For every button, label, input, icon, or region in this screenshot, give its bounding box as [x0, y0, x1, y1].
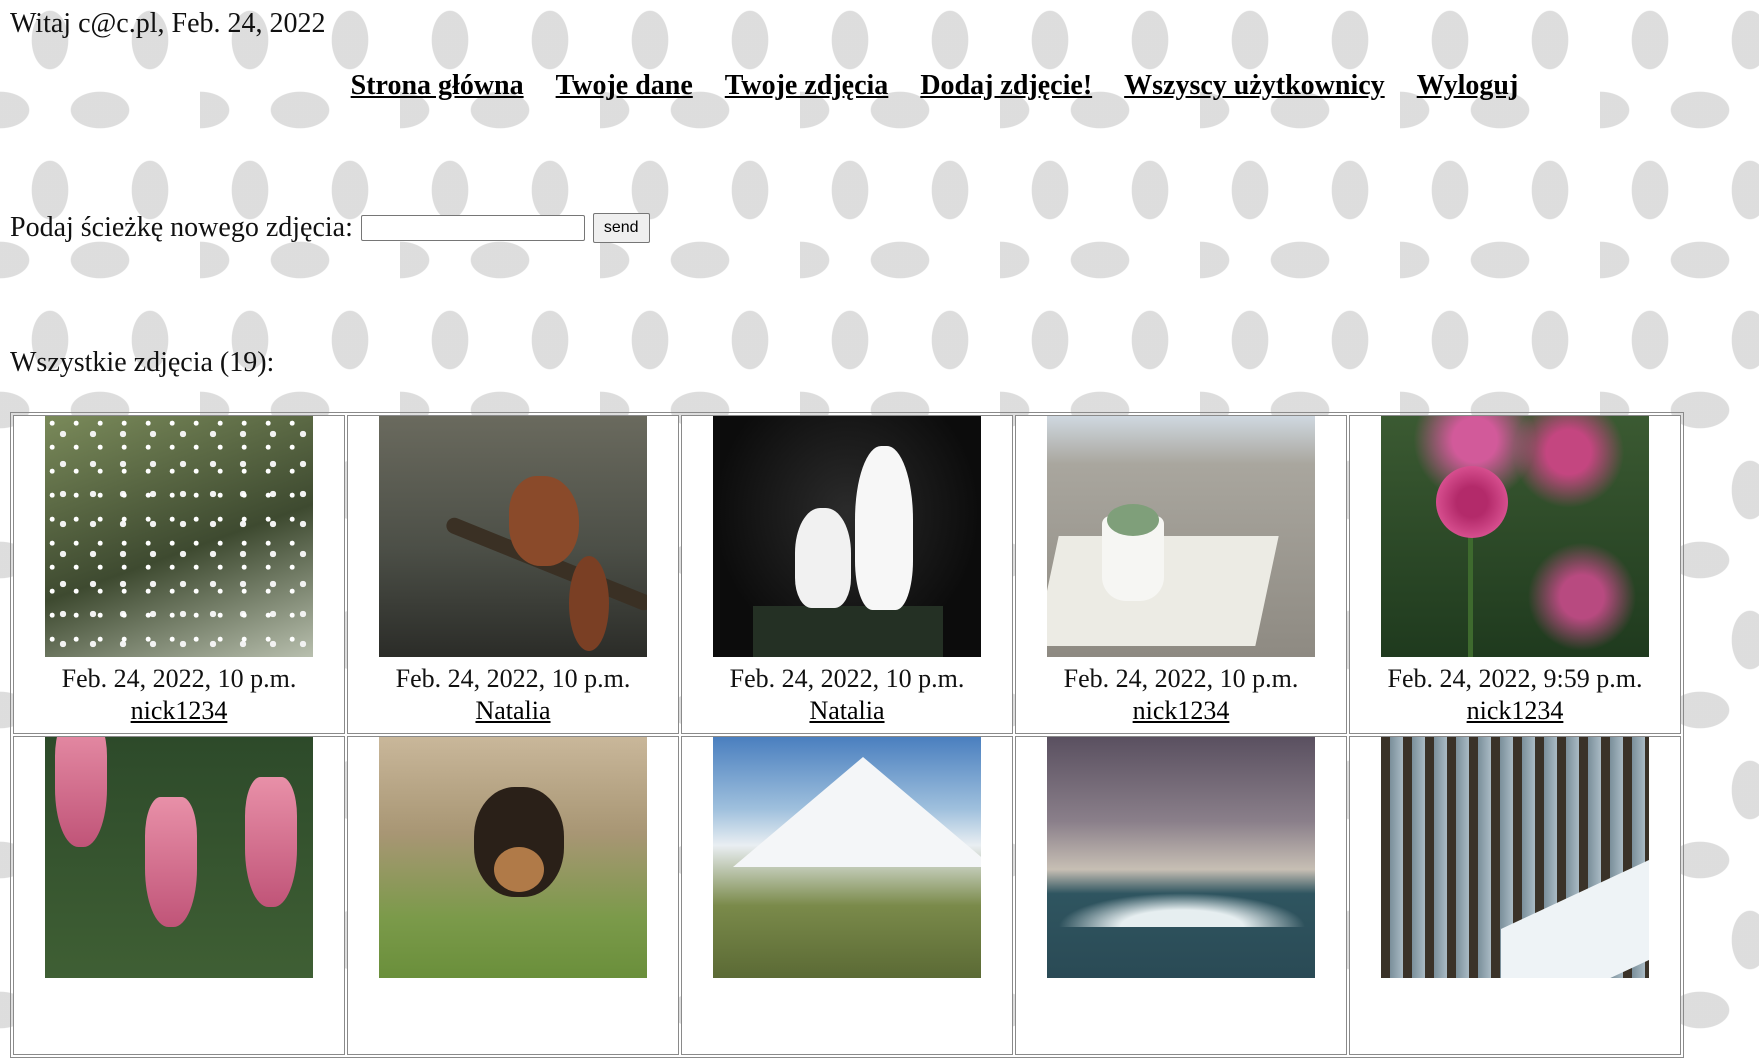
- photo-author-link[interactable]: nick1234: [131, 696, 228, 725]
- photo-squirrel[interactable]: [379, 416, 647, 657]
- photo-white-blossoms[interactable]: [45, 416, 313, 657]
- greeting-text: Witaj c@c.pl, Feb. 24, 2022: [10, 8, 326, 39]
- photo-succulent-on-book[interactable]: [1047, 416, 1315, 657]
- photo-detail: [795, 508, 851, 608]
- gallery-row: [13, 736, 1681, 1055]
- send-button[interactable]: send: [592, 213, 650, 243]
- photo-author-link[interactable]: nick1234: [1133, 696, 1230, 725]
- photo-card: [347, 736, 679, 1055]
- photo-date: Feb. 24, 2022, 9:59 p.m.: [1387, 664, 1643, 693]
- photo-sea-waves[interactable]: [1047, 737, 1315, 978]
- gallery-heading: Wszystkie zdjęcia (19):: [10, 347, 275, 378]
- photo-card: Feb. 24, 2022, 10 p.m. Natalia: [347, 415, 679, 734]
- photo-detail: [1047, 887, 1315, 927]
- photo-detail: [1501, 845, 1649, 978]
- photo-card: [1015, 736, 1347, 1055]
- photo-card: [681, 736, 1013, 1055]
- photo-card: Feb. 24, 2022, 10 p.m. nick1234: [1015, 415, 1347, 734]
- main-nav: Strona główna Twoje dane Twoje zdjęcia D…: [0, 70, 1759, 102]
- photo-detail: [245, 777, 297, 907]
- photo-detail: [509, 476, 579, 566]
- photo-detail: [1107, 504, 1159, 536]
- photo-detail: [55, 737, 107, 847]
- photo-path-label: Podaj ścieżkę nowego zdjęcia:: [10, 212, 353, 243]
- photo-date: Feb. 24, 2022, 10 p.m.: [395, 664, 631, 693]
- photo-detail: [1468, 536, 1473, 657]
- photo-detail: [753, 606, 943, 657]
- nav-link-all-users[interactable]: Wszyscy użytkownicy: [1124, 70, 1385, 101]
- photo-path-input[interactable]: [360, 215, 585, 241]
- nav-link-logout[interactable]: Wyloguj: [1417, 70, 1519, 101]
- photo-mountains[interactable]: [713, 737, 981, 978]
- photo-card: Feb. 24, 2022, 10 p.m. Natalia: [681, 415, 1013, 734]
- photo-card: [1349, 736, 1681, 1055]
- photo-detail: [494, 847, 544, 892]
- gallery-row: Feb. 24, 2022, 10 p.m. nick1234 Feb. 24,…: [13, 415, 1681, 734]
- photo-date: Feb. 24, 2022, 10 p.m.: [61, 664, 297, 693]
- photo-author-link[interactable]: Natalia: [809, 696, 884, 725]
- photo-detail: [569, 556, 609, 651]
- photo-detail: [855, 446, 913, 610]
- photo-card: Feb. 24, 2022, 10 p.m. nick1234: [13, 415, 345, 734]
- photo-detail: [733, 757, 981, 867]
- nav-link-home[interactable]: Strona główna: [351, 70, 524, 101]
- photo-gallery-table: Feb. 24, 2022, 10 p.m. nick1234 Feb. 24,…: [10, 412, 1684, 1058]
- photo-date: Feb. 24, 2022, 10 p.m.: [1063, 664, 1299, 693]
- photo-puppy[interactable]: [379, 737, 647, 978]
- nav-link-your-data[interactable]: Twoje dane: [556, 70, 693, 101]
- photo-card: [13, 736, 345, 1055]
- photo-detail: [1436, 466, 1508, 538]
- nav-link-add-photo[interactable]: Dodaj zdjęcie!: [920, 70, 1092, 101]
- photo-tulips[interactable]: [45, 737, 313, 978]
- photo-snowy-forest[interactable]: [1381, 737, 1649, 978]
- photo-card: Feb. 24, 2022, 9:59 p.m. nick1234: [1349, 415, 1681, 734]
- upload-form: Podaj ścieżkę nowego zdjęcia: send: [10, 212, 650, 244]
- photo-author-link[interactable]: Natalia: [475, 696, 550, 725]
- photo-pink-flower[interactable]: [1381, 416, 1649, 657]
- photo-kittens[interactable]: [713, 416, 981, 657]
- nav-link-your-photos[interactable]: Twoje zdjęcia: [725, 70, 889, 101]
- photo-date: Feb. 24, 2022, 10 p.m.: [729, 664, 965, 693]
- photo-detail: [145, 797, 197, 927]
- photo-author-link[interactable]: nick1234: [1467, 696, 1564, 725]
